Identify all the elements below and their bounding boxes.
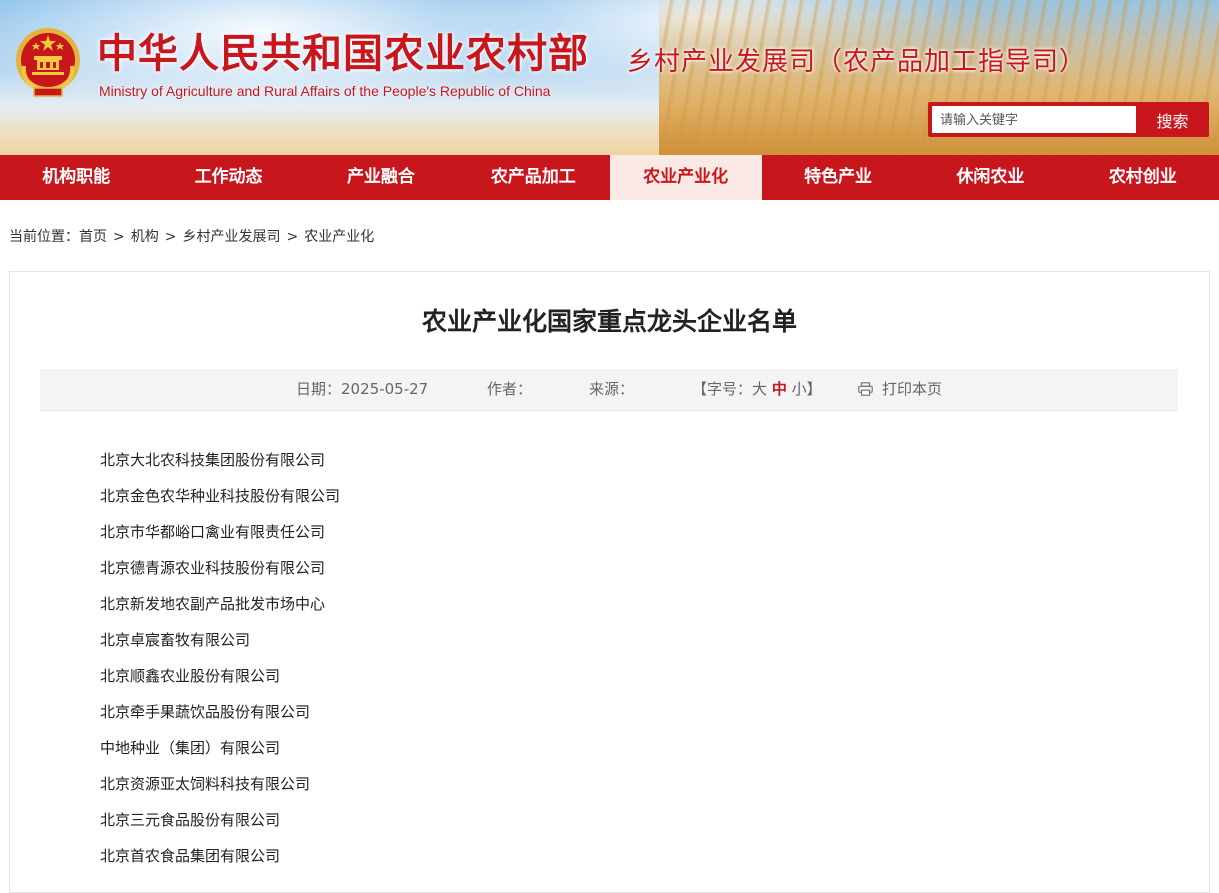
font-size-large[interactable]: 大 (752, 380, 767, 398)
breadcrumb-prefix: 当前位置： (9, 229, 79, 245)
list-item: 北京首农食品集团有限公司 (100, 847, 281, 865)
meta-date-label: 日期： (296, 380, 342, 398)
list-item: 北京三元食品股份有限公司 (100, 811, 281, 829)
meta-date-value: 2025-05-27 (341, 380, 429, 398)
list-item: 北京新发地农副产品批发市场中心 (100, 595, 326, 613)
list-item: 北京德青源农业科技股份有限公司 (100, 559, 326, 577)
breadcrumb-current[interactable]: 农业产业化 (304, 229, 374, 245)
nav-item-work-news[interactable]: 工作动态 (152, 155, 304, 200)
list-item: 北京卓宸畜牧有限公司 (100, 631, 251, 649)
nav-item-functions[interactable]: 机构职能 (0, 155, 152, 200)
article-meta-bar: 日期：2025-05-27 作者： 来源： 【字号：大 中 小】 打印本页 (40, 369, 1178, 411)
main-nav: 机构职能 工作动态 产业融合 农产品加工 农业产业化 特色产业 休闲农业 农村创… (0, 155, 1219, 200)
nav-item-agri-industrialization[interactable]: 农业产业化 (609, 155, 762, 200)
font-size-small[interactable]: 小 (792, 380, 807, 398)
banner-wheat-left (0, 105, 700, 155)
national-emblem-icon (16, 28, 80, 97)
search-button[interactable]: 搜索 (1136, 102, 1209, 137)
article-title: 农业产业化国家重点龙头企业名单 (421, 307, 797, 336)
list-item: 中地种业（集团）有限公司 (100, 739, 281, 757)
font-size-open: 【字号： (692, 380, 753, 398)
site-subtitle: Ministry of Agriculture and Rural Affair… (99, 83, 551, 99)
list-item: 北京顺鑫农业股份有限公司 (100, 667, 281, 685)
breadcrumb-separator: > (286, 229, 299, 245)
list-item: 北京金色农华种业科技股份有限公司 (100, 487, 341, 505)
meta-date: 日期：2025-05-27 (296, 369, 428, 410)
nav-item-industry-integration[interactable]: 产业融合 (305, 155, 457, 200)
meta-source-label: 来源： (589, 380, 635, 398)
nav-item-rural-entrepreneurship[interactable]: 农村创业 (1067, 155, 1219, 200)
font-size-close: 】 (806, 380, 822, 398)
breadcrumb: 当前位置：首页 > 机构 > 乡村产业发展司 > 农业产业化 (9, 226, 374, 248)
list-item: 北京大北农科技集团股份有限公司 (100, 451, 326, 469)
breadcrumb-organization[interactable]: 机构 (131, 229, 159, 245)
article-container: 农业产业化国家重点龙头企业名单 日期：2025-05-27 作者： 来源： 【字… (9, 271, 1210, 893)
company-list: 北京大北农科技集团股份有限公司 北京金色农华种业科技股份有限公司 北京市华都峪口… (100, 447, 1000, 879)
header-banner: 中华人民共和国农业农村部 Ministry of Agriculture and… (0, 0, 1219, 155)
breadcrumb-separator: > (113, 229, 125, 245)
breadcrumb-department[interactable]: 乡村产业发展司 (182, 229, 280, 245)
font-size-medium[interactable]: 中 (772, 380, 787, 398)
meta-author-label: 作者： (487, 380, 533, 398)
breadcrumb-separator: > (164, 229, 177, 245)
department-title: 乡村产业发展司（农产品加工指导司） (627, 47, 1087, 77)
breadcrumb-home[interactable]: 首页 (79, 229, 107, 245)
list-item: 北京牵手果蔬饮品股份有限公司 (100, 703, 311, 721)
nav-item-product-processing[interactable]: 农产品加工 (457, 155, 609, 200)
search-input[interactable] (932, 106, 1136, 133)
list-item: 北京资源亚太饲料科技有限公司 (100, 775, 311, 793)
search-box: 搜索 (928, 102, 1209, 137)
printer-icon[interactable] (858, 382, 873, 396)
print-link[interactable]: 打印本页 (882, 369, 942, 410)
nav-item-leisure-agriculture[interactable]: 休闲农业 (914, 155, 1066, 200)
nav-item-specialty-industry[interactable]: 特色产业 (762, 155, 914, 200)
font-size-control: 【字号：大 中 小】 (692, 369, 822, 410)
site-title: 中华人民共和国农业农村部 (97, 30, 589, 77)
list-item: 北京市华都峪口禽业有限责任公司 (100, 523, 326, 541)
